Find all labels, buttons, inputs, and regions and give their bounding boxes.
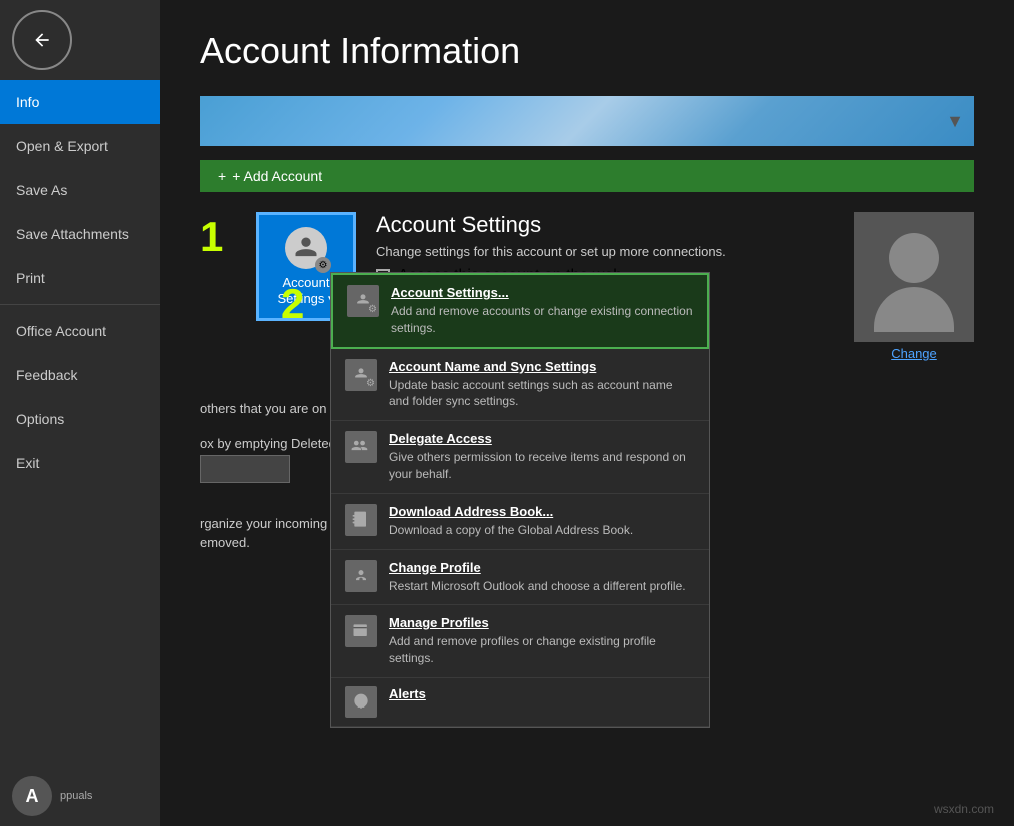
dropdown-item-3-title: Delegate Access [389,431,695,446]
dropdown-item-1-desc: Add and remove accounts or change existi… [391,303,693,337]
dropdown-item-alerts[interactable]: Alerts [331,678,709,727]
address-book-icon [345,504,377,536]
add-account-label: + Add Account [232,168,322,184]
name-sync-icon: ⚙ [345,359,377,391]
plus-icon: + [218,168,226,184]
dropdown-item-4-title: Download Address Book... [389,504,633,519]
manage-profiles-text: Manage Profiles Add and remove profiles … [389,615,695,667]
dropdown-item-2-desc: Update basic account settings such as ac… [389,377,695,411]
watermark: wsxdn.com [934,802,994,816]
manage-profiles-icon [345,615,377,647]
main-content: Account Information ▼ + + Add Account 1 … [160,0,1014,826]
name-sync-text: Account Name and Sync Settings Update ba… [389,359,695,411]
gear-icon-name: ⚙ [366,378,375,389]
sidebar-item-save-attachments[interactable]: Save Attachments [0,212,160,256]
dropdown-item-3-desc: Give others permission to receive items … [389,449,695,483]
delegate-text: Delegate Access Give others permission t… [389,431,695,483]
change-profile-text: Change Profile Restart Microsoft Outlook… [389,560,686,595]
sidebar-item-office-account[interactable]: Office Account [0,309,160,353]
sidebar-item-info[interactable]: Info [0,80,160,124]
dropdown-item-delegate[interactable]: Delegate Access Give others permission t… [331,421,709,494]
avatar-head [889,233,939,283]
sidebar-nav: Info Open & Export Save As Save Attachme… [0,80,160,766]
change-profile-icon [345,560,377,592]
sidebar-item-options[interactable]: Options [0,397,160,441]
app-logo: A [12,776,52,816]
dropdown-item-1-title: Account Settings... [391,285,693,300]
logo-text: ppuals [60,790,92,802]
archive-empty-box [200,455,290,483]
dropdown-item-5-title: Change Profile [389,560,686,575]
dropdown-item-2-title: Account Name and Sync Settings [389,359,695,374]
dropdown-item-5-desc: Restart Microsoft Outlook and choose a d… [389,578,686,595]
dropdown-item-change-profile[interactable]: Change Profile Restart Microsoft Outlook… [331,550,709,606]
account-selector[interactable]: ▼ [200,96,974,146]
account-settings-heading: Account Settings [376,212,834,238]
sidebar-item-save-as[interactable]: Save As [0,168,160,212]
profile-avatar [854,212,974,342]
dropdown-item-6-desc: Add and remove profiles or change existi… [389,633,695,667]
step-2-number: 2 [281,283,304,325]
dropdown-item-account-settings[interactable]: 2 ⚙ Account Settings... Add and remove a… [331,273,709,349]
gear-badge-icon: ⚙ [315,257,331,273]
account-settings-dropdown-text: Account Settings... Add and remove accou… [391,285,693,337]
sidebar-item-exit[interactable]: Exit [0,441,160,485]
dropdown-menu: 2 ⚙ Account Settings... Add and remove a… [330,272,710,728]
sidebar-item-feedback[interactable]: Feedback [0,353,160,397]
alerts-icon [345,686,377,718]
dropdown-item-6-title: Manage Profiles [389,615,695,630]
avatar-body [874,287,954,332]
account-settings-description: Change settings for this account or set … [376,244,834,259]
alerts-text: Alerts [389,686,426,704]
dropdown-item-name-sync[interactable]: ⚙ Account Name and Sync Settings Update … [331,349,709,422]
dropdown-item-4-desc: Download a copy of the Global Address Bo… [389,522,633,539]
step-1-number: 1 [200,216,236,258]
profile-avatar-container: Change [854,212,974,361]
account-settings-section: 1 ⚙ AccountSettings ▾ Account Settings C… [200,212,974,361]
sidebar-item-open-export[interactable]: Open & Export [0,124,160,168]
back-button[interactable] [12,10,72,70]
account-settings-dropdown-icon: ⚙ [347,285,379,317]
dropdown-item-7-title: Alerts [389,686,426,701]
sidebar: Info Open & Export Save As Save Attachme… [0,0,160,826]
add-account-button[interactable]: + + Add Account [200,160,974,192]
delegate-icon [345,431,377,463]
address-book-text: Download Address Book... Download a copy… [389,504,633,539]
dropdown-arrow-icon: ▼ [946,111,964,132]
page-title: Account Information [200,30,974,72]
dropdown-item-manage-profiles[interactable]: Manage Profiles Add and remove profiles … [331,605,709,678]
account-icon: ⚙ [285,227,327,269]
sidebar-divider [0,304,160,305]
change-profile-link[interactable]: Change [891,346,937,361]
gear-icon-small: ⚙ [368,304,377,315]
avatar-figure [874,233,954,332]
sidebar-bottom: A ppuals [0,766,160,826]
dropdown-item-address-book[interactable]: Download Address Book... Download a copy… [331,494,709,550]
sidebar-item-print[interactable]: Print [0,256,160,300]
